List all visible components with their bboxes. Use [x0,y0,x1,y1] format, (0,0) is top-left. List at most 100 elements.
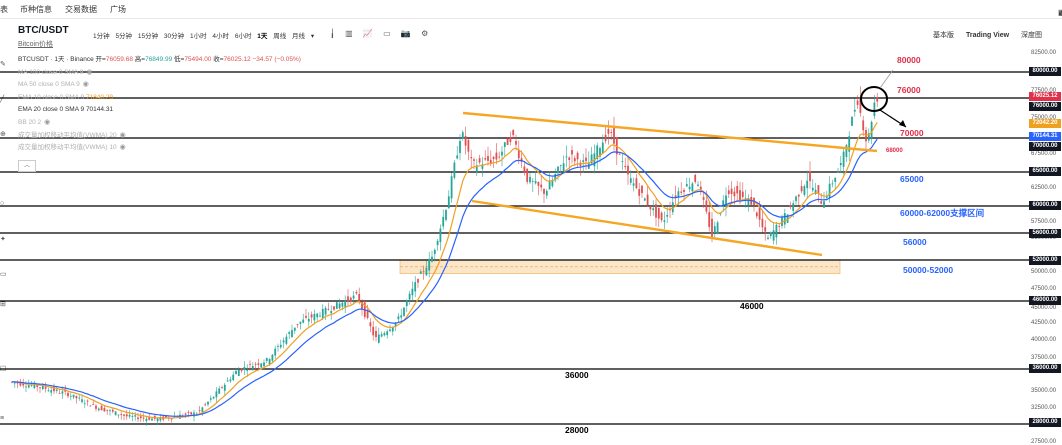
candle-body [610,131,613,133]
vwma10-row[interactable]: 成交量加权移动平均值(VWMA) 10 ◉ [18,142,301,155]
price-tag-46000: 46000.00 [1029,296,1061,305]
eye-icon[interactable]: ◉ [83,81,89,88]
note-28000: 28000 [565,425,589,435]
high-value: 76849.99 [145,56,173,63]
candle-body [876,97,879,102]
candle-body [428,258,431,271]
price-axis[interactable]: 82500.00 77500.00 75000.00 67500.00 6250… [1029,45,1062,445]
candle-body [327,309,330,310]
candle-body [601,142,604,154]
note-65000: 65000 [900,174,924,184]
candle-body [324,307,327,315]
candle-body [809,171,811,182]
candle-body [338,303,341,309]
candle-body [111,409,114,412]
candle-body [187,412,190,413]
candle-body [411,288,414,296]
candle-body [151,418,153,421]
candle-body [529,176,531,183]
candle-body [576,152,579,160]
candle-body [758,207,761,220]
candle-body [145,418,148,422]
candle-body [632,183,635,186]
candle-body [837,170,839,173]
candle-body [677,191,680,198]
candle-body [856,100,859,105]
candle-body [397,316,400,320]
legend-collapse-button[interactable]: ︿ [18,160,36,172]
ema20-row[interactable]: EMA 20 close 0 SMA 9 70144.31 [18,104,301,117]
candle-body [299,321,302,324]
candle-body [495,152,498,160]
candle-body [755,212,758,217]
candle-body [254,363,257,365]
candle-body [288,332,291,334]
candle-body [333,306,335,310]
candle-body [137,417,139,420]
candle-body [55,389,58,391]
eye-icon[interactable]: ◉ [120,132,126,139]
candle-body [548,181,551,190]
open-value: 76059.68 [105,56,133,63]
candle-body [316,313,319,318]
candle-body [711,218,713,237]
candle-body [797,194,800,197]
candle-body [691,183,694,192]
candle-body [694,174,697,183]
candle-body [25,386,27,388]
candle-body [473,159,475,161]
candle-body [347,296,349,302]
eye-icon[interactable]: ◉ [120,144,126,151]
candle-body [775,224,778,238]
price-tick: 42500.00 [1031,320,1057,326]
candle-body [61,391,64,394]
candle-body [296,324,299,325]
candle-body [627,165,629,175]
eye-icon[interactable]: ◉ [86,69,92,76]
ma100-row[interactable]: MA 100 close 0 SMA 9 ◉ [18,67,301,80]
candle-body [697,184,699,186]
candle-body [414,282,417,292]
candle-body [453,162,456,178]
candle-body [459,140,461,153]
candle-body [335,302,338,309]
candle-body [716,222,719,234]
candle-body [565,156,568,158]
candle-body [571,150,573,155]
candle-body [792,203,795,211]
price-tag-current: 76025.12 [1029,92,1061,101]
candle-body [67,392,69,397]
candle-body [97,408,100,411]
candle-body [218,388,221,394]
candle-body [251,366,254,371]
candle-body [652,208,655,211]
candle-body [769,232,772,237]
candle-body [417,279,419,283]
candle-body [69,395,72,397]
price-tick: 35000.00 [1031,388,1057,394]
candle-body [741,191,744,198]
candle-body [736,186,739,194]
change-value: −34.57 (−0.05%) [252,56,301,63]
candle-body [209,398,212,400]
candle-body [106,409,109,411]
bb-row[interactable]: BB 20 2 ◉ [18,117,301,130]
eye-icon[interactable]: ◉ [44,119,50,126]
candle-body [265,358,268,361]
price-tag-36000: 36000.00 [1029,364,1061,373]
candle-body [305,315,307,318]
candle-body [221,387,223,388]
candle-body [624,165,627,168]
candle-body [156,418,159,422]
candle-body [44,386,47,389]
candle-body [842,151,845,167]
ema10-row[interactable]: EMA 10 close 0 SMA 9 71840.29 [18,92,301,105]
candle-body [585,157,587,162]
candle-body [81,399,83,403]
candle-body [139,416,142,419]
candle-body [92,404,95,405]
candle-body [215,391,218,398]
vwma20-row[interactable]: 成交量加权移动平均值(VWMA) 20 ◉ [18,130,301,143]
ma50-row[interactable]: MA 50 close 0 SMA 9 ◉ [18,79,301,92]
candle-body [501,151,503,156]
